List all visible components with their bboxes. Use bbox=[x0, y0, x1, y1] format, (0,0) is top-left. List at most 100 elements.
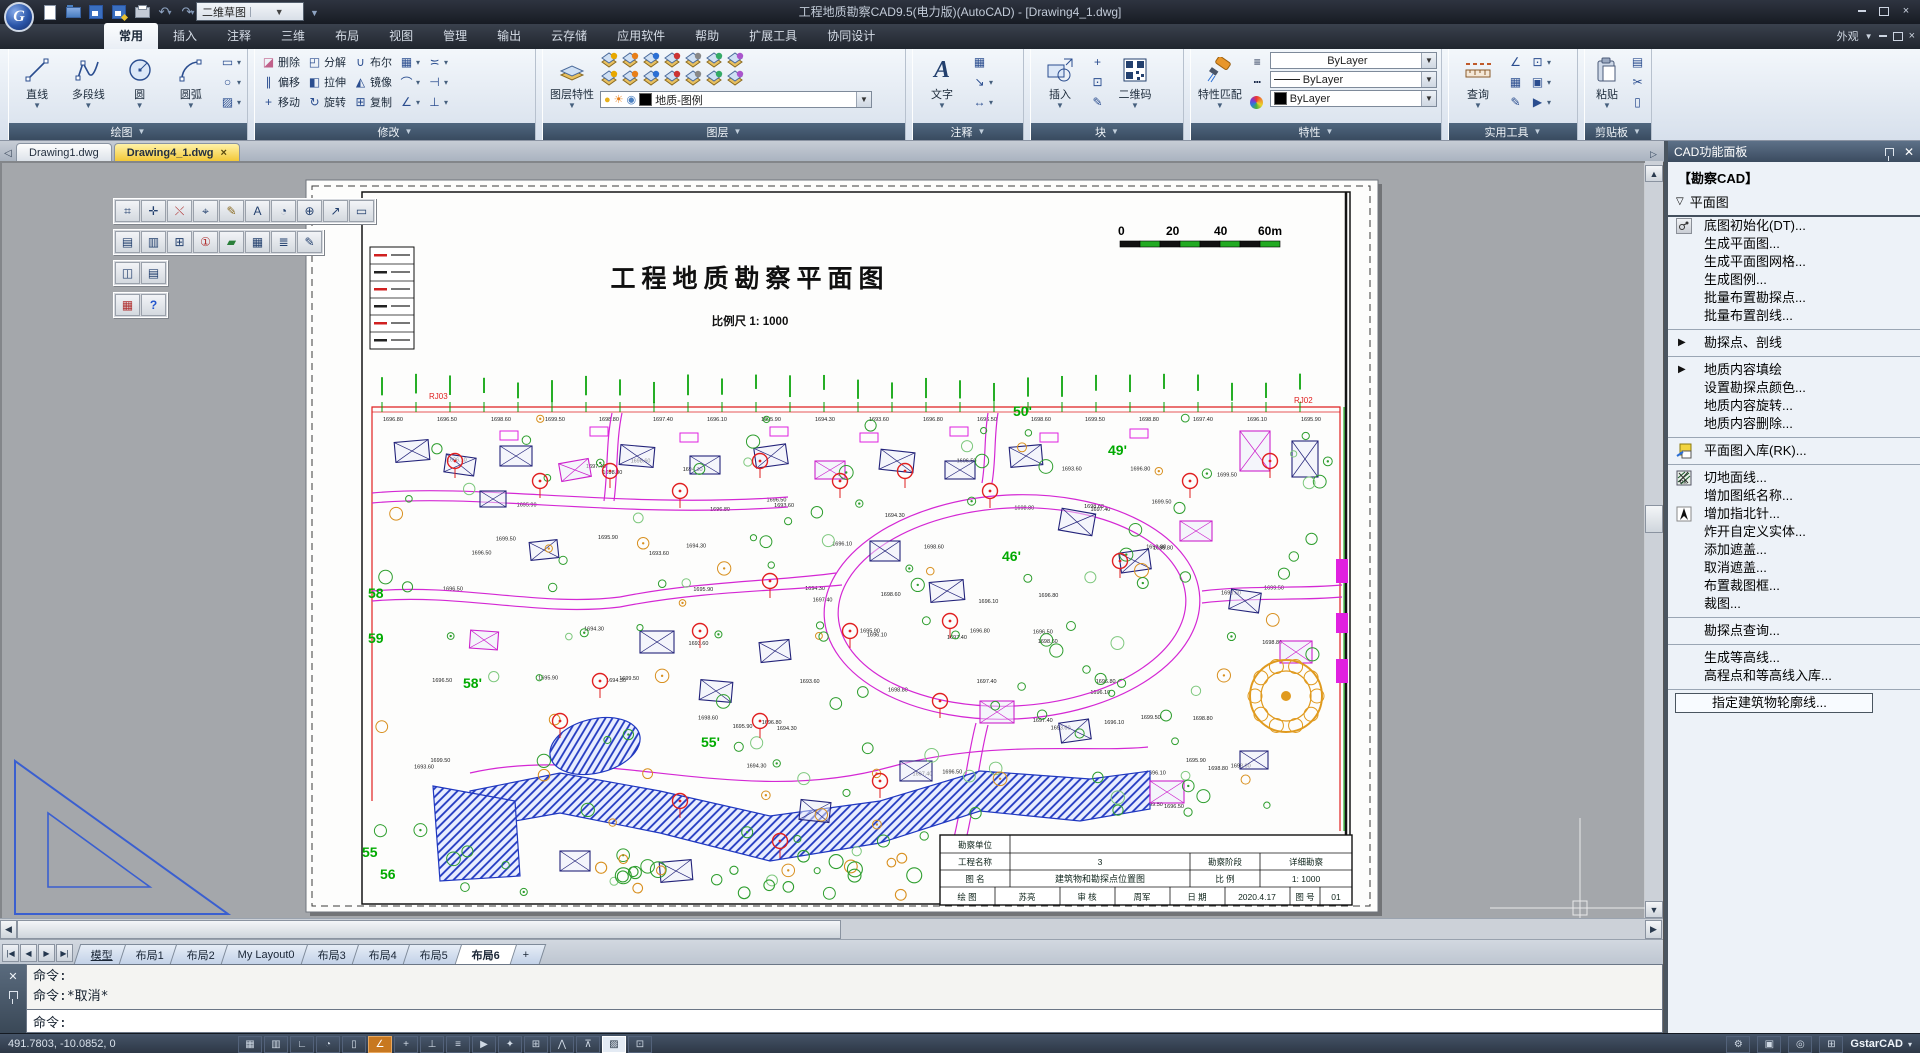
tb1-button-1[interactable]: ✛ bbox=[141, 200, 166, 222]
linetype-dropdown[interactable]: ByLayer▼ bbox=[1270, 71, 1437, 88]
modify-button-4[interactable]: ◧拉伸 bbox=[305, 72, 348, 92]
chevron-down-icon[interactable]: ▼ bbox=[856, 92, 871, 107]
draw-extra-0[interactable]: ▭▾ bbox=[218, 52, 243, 72]
leader-button[interactable]: ↘▾ bbox=[970, 72, 995, 92]
ribbon-tab-三维[interactable]: 三维 bbox=[266, 23, 320, 49]
tb4-button-0[interactable]: ▦ bbox=[115, 294, 140, 316]
insert-block-button[interactable]: 插入▼ bbox=[1035, 52, 1085, 118]
modify-extra-b1[interactable]: ⊣▾ bbox=[425, 72, 450, 92]
block-extra-0[interactable]: + bbox=[1088, 52, 1107, 72]
status-toggle-dyn-input[interactable]: ▯ bbox=[342, 1036, 366, 1053]
layer-tool-9[interactable] bbox=[642, 70, 660, 88]
toolbar-options-icon[interactable]: ▼ bbox=[310, 8, 319, 18]
modify-extra-a2[interactable]: ∠▾ bbox=[397, 92, 422, 112]
panel-item-11[interactable]: 平面图入库(RK)... bbox=[1668, 442, 1920, 460]
sun-icon[interactable]: ☀ bbox=[614, 93, 624, 106]
panel-item-8[interactable]: 设置勘探点颜色... bbox=[1668, 379, 1920, 397]
new-file-button[interactable] bbox=[40, 3, 60, 21]
chevron-down-icon[interactable]: ▼ bbox=[1421, 91, 1436, 106]
workspace-switch-icon[interactable]: ⊞ bbox=[1819, 1036, 1843, 1053]
panel-item-9[interactable]: 地质内容旋转... bbox=[1668, 397, 1920, 415]
panel-section-header[interactable]: ▽ 平面图 bbox=[1668, 189, 1920, 217]
panel-label-ribbon-panel-annotate[interactable]: 注释▼ bbox=[913, 123, 1023, 140]
utility-a2[interactable]: ✎ bbox=[1506, 92, 1525, 112]
panel-item-22[interactable]: 高程点和等高线入库... bbox=[1668, 667, 1920, 685]
scroll-up-icon[interactable]: ▲ bbox=[1645, 165, 1663, 182]
command-history[interactable]: 命令:命令:*取消* bbox=[26, 964, 1663, 1010]
modify-button-5[interactable]: ◭镜像 bbox=[351, 72, 394, 92]
chevron-down-icon[interactable]: ▼ bbox=[1421, 72, 1436, 87]
status-toggle-snap[interactable]: ▦ bbox=[238, 1036, 262, 1053]
modify-button-8[interactable]: ⊞复制 bbox=[351, 92, 394, 112]
draw-button-3[interactable]: 圆弧▼ bbox=[167, 52, 215, 118]
status-toggle-scale-b[interactable]: ⊼ bbox=[576, 1036, 600, 1053]
redo-button[interactable]: ↷▾ bbox=[178, 3, 198, 21]
panel-item-7[interactable]: ▶地质内容填绘 bbox=[1668, 361, 1920, 379]
horizontal-scrollbar[interactable]: ◀ ▶ bbox=[0, 918, 1663, 940]
layer-tool-13[interactable] bbox=[726, 70, 744, 88]
panel-item-19[interactable]: 裁图... bbox=[1668, 595, 1920, 613]
draw-extra-1[interactable]: ○▾ bbox=[218, 72, 243, 92]
panel-item-13[interactable]: 增加图纸名称... bbox=[1668, 487, 1920, 505]
panel-label-ribbon-panel-modify[interactable]: 修改▼ bbox=[255, 123, 535, 140]
panel-pin-icon[interactable] bbox=[1885, 148, 1894, 156]
tb1-button-7[interactable]: ⊕ bbox=[297, 200, 322, 222]
qrcode-button[interactable]: 二维码▼ bbox=[1110, 52, 1160, 118]
tb1-button-3[interactable]: ⌖ bbox=[193, 200, 218, 222]
panel-item-6[interactable]: ▶勘探点、剖线 bbox=[1668, 334, 1920, 352]
ribbon-tab-输出[interactable]: 输出 bbox=[482, 23, 536, 49]
save-button[interactable] bbox=[86, 3, 106, 21]
panel-item-14[interactable]: 增加指北针... bbox=[1668, 505, 1920, 523]
tb2-button-5[interactable]: ▦ bbox=[245, 231, 270, 253]
file-tab-1[interactable]: Drawing4_1.dwg× bbox=[114, 143, 240, 161]
dimension-button[interactable]: ↔▾ bbox=[970, 92, 995, 112]
settings-gear-icon[interactable]: ⚙ bbox=[1726, 1036, 1750, 1053]
ribbon-tab-帮助[interactable]: 帮助 bbox=[680, 23, 734, 49]
open-file-button[interactable] bbox=[63, 3, 83, 21]
tb1-button-6[interactable]: ◔ bbox=[271, 200, 296, 222]
doc-minimize-button[interactable] bbox=[1879, 35, 1887, 37]
layer-tool-2[interactable] bbox=[642, 52, 660, 70]
file-tab-scroll-left[interactable]: ◁ bbox=[0, 145, 16, 161]
tb2-button-7[interactable]: ✎ bbox=[297, 231, 322, 253]
modify-extra-b2[interactable]: ⊥▾ bbox=[425, 92, 450, 112]
scroll-down-icon[interactable]: ▼ bbox=[1645, 901, 1663, 918]
scroll-right-icon[interactable]: ▶ bbox=[1645, 920, 1662, 939]
vertical-scroll-thumb[interactable] bbox=[1645, 505, 1663, 533]
status-toggle-ortho[interactable]: ∟ bbox=[290, 1036, 314, 1053]
ribbon-tab-视图[interactable]: 视图 bbox=[374, 23, 428, 49]
tb3-button-1[interactable]: ▤ bbox=[141, 262, 166, 284]
clean-screen-icon[interactable]: ◎ bbox=[1788, 1036, 1812, 1053]
modify-button-6[interactable]: +移动 bbox=[259, 92, 302, 112]
command-input[interactable]: 命令: bbox=[26, 1010, 1663, 1033]
minimize-button[interactable] bbox=[1852, 3, 1872, 19]
status-toggle-annotation[interactable]: ⊞ bbox=[524, 1036, 548, 1053]
clipboard-extra-1[interactable]: ✂ bbox=[1628, 72, 1647, 92]
doc-close-button[interactable]: × bbox=[1909, 30, 1915, 42]
modify-button-1[interactable]: ◰分解 bbox=[305, 52, 348, 72]
status-toggle-lineweight[interactable]: ≡ bbox=[446, 1036, 470, 1053]
file-tab-0[interactable]: Drawing1.dwg bbox=[16, 143, 112, 161]
layer-tool-5[interactable] bbox=[705, 52, 723, 70]
tb3-button-0[interactable]: ◫ bbox=[115, 262, 140, 284]
panel-item-12[interactable]: PX切地面线... bbox=[1668, 469, 1920, 487]
layer-tool-12[interactable] bbox=[705, 70, 723, 88]
match-properties-button[interactable]: 特性匹配▼ bbox=[1195, 52, 1245, 118]
layout-tab-布局6[interactable]: 布局6 bbox=[454, 944, 517, 964]
layer-tool-8[interactable] bbox=[621, 70, 639, 88]
layout-next-icon[interactable]: ▶ bbox=[38, 944, 55, 962]
drawing-canvas[interactable]: 工程地质勘察平面图比例尺 1: 10000204060mRJ03RJ021696… bbox=[0, 161, 1645, 918]
modify-button-7[interactable]: ↻旋转 bbox=[305, 92, 348, 112]
ribbon-tab-常用[interactable]: 常用 bbox=[104, 23, 158, 49]
panel-item-15[interactable]: 炸开自定义实体... bbox=[1668, 523, 1920, 541]
panel-item-10[interactable]: 地质内容删除... bbox=[1668, 415, 1920, 433]
panel-item-2[interactable]: 生成平面图网格... bbox=[1668, 253, 1920, 271]
ribbon-tab-布局[interactable]: 布局 bbox=[320, 23, 374, 49]
layer-tool-0[interactable] bbox=[600, 52, 618, 70]
block-extra-1[interactable]: ⊡ bbox=[1088, 72, 1107, 92]
panel-label-ribbon-panel-layer[interactable]: 图层▼ bbox=[543, 123, 905, 140]
panel-item-1[interactable]: 生成平面图... bbox=[1668, 235, 1920, 253]
status-toggle-grid[interactable]: ▥ bbox=[264, 1036, 288, 1053]
panel-item-23[interactable]: 指定建筑物轮廓线... bbox=[1676, 694, 1872, 712]
lineweight-icon[interactable]: ≡ bbox=[1248, 52, 1267, 72]
